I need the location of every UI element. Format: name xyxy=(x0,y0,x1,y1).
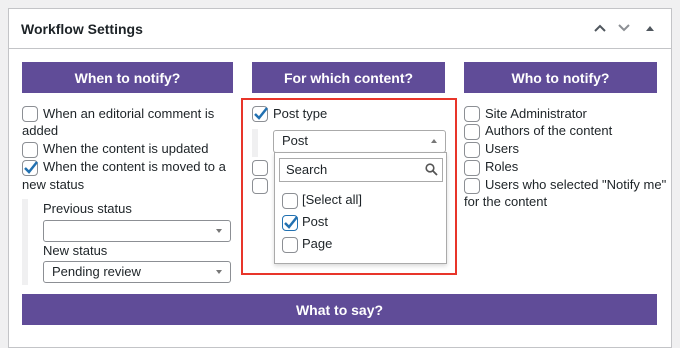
checkmark-icon xyxy=(254,107,268,120)
dropdown-arrow-up-icon xyxy=(431,139,437,143)
checkmark-icon xyxy=(24,161,38,174)
roles-label: Roles xyxy=(485,159,519,174)
previous-status-label: Previous status xyxy=(43,201,132,216)
content-moved-label-line2: new status xyxy=(22,177,85,192)
new-status-select[interactable]: Pending review xyxy=(43,261,231,283)
when-to-notify-heading: When to notify? xyxy=(22,62,233,93)
checkbox-content-moved[interactable] xyxy=(22,160,38,176)
checkbox-notify-me[interactable] xyxy=(464,178,480,194)
dropdown-arrow-icon xyxy=(216,229,222,233)
content-moved-label-line1: When the content is moved to a xyxy=(43,159,226,174)
editorial-comment-label-line2: added xyxy=(22,123,59,138)
checkmark-icon xyxy=(284,216,298,229)
site-admin-label: Site Administrator xyxy=(485,106,587,121)
select-all-label: [Select all] xyxy=(302,192,362,207)
what-to-say-heading: What to say? xyxy=(22,294,657,325)
dropdown-arrow-icon xyxy=(216,270,222,274)
authors-label: Authors of the content xyxy=(485,123,613,138)
notify-me-label-line1: Users who selected "Notify me" xyxy=(485,177,667,192)
post-option-label: Post xyxy=(302,214,329,229)
search-icon xyxy=(425,163,438,176)
checkbox-authors[interactable] xyxy=(464,124,480,140)
chevron-down-icon[interactable] xyxy=(613,17,635,39)
checkbox-post[interactable] xyxy=(282,215,298,231)
triangle-up-icon[interactable] xyxy=(639,17,661,39)
post-type-indent-bar xyxy=(252,129,258,157)
editorial-comment-label-line1: When an editorial comment is xyxy=(43,106,215,121)
checkbox-select-all[interactable] xyxy=(282,193,298,209)
status-indent-bar xyxy=(22,199,28,285)
users-label: Users xyxy=(485,141,519,156)
dropdown-search-input[interactable]: Search xyxy=(279,158,443,182)
search-placeholder: Search xyxy=(286,162,328,177)
new-status-label: New status xyxy=(43,243,108,258)
panel-title: Workflow Settings xyxy=(21,21,143,37)
checkbox-page[interactable] xyxy=(282,237,298,253)
checkbox-site-admin[interactable] xyxy=(464,106,480,122)
checkbox-content-updated[interactable] xyxy=(22,142,38,158)
notify-me-label-line2: for the content xyxy=(464,194,548,209)
checkbox-hidden-1[interactable] xyxy=(252,160,268,176)
page-option-label: Page xyxy=(302,236,333,251)
new-status-value: Pending review xyxy=(52,264,141,279)
post-type-select[interactable]: Post xyxy=(273,130,446,153)
post-type-label: Post type xyxy=(273,106,328,121)
previous-status-select[interactable] xyxy=(43,220,231,242)
checkbox-users[interactable] xyxy=(464,142,480,158)
checkbox-post-type[interactable] xyxy=(252,106,268,122)
panel-header: Workflow Settings xyxy=(9,9,671,49)
checkbox-hidden-2[interactable] xyxy=(252,178,268,194)
content-updated-label: When the content is updated xyxy=(43,141,209,156)
checkbox-editorial-comment[interactable] xyxy=(22,106,38,122)
post-type-value: Post xyxy=(282,133,309,148)
chevron-up-icon[interactable] xyxy=(589,17,611,39)
for-which-content-heading: For which content? xyxy=(252,62,445,93)
checkbox-roles[interactable] xyxy=(464,160,480,176)
who-to-notify-heading: Who to notify? xyxy=(464,62,657,93)
